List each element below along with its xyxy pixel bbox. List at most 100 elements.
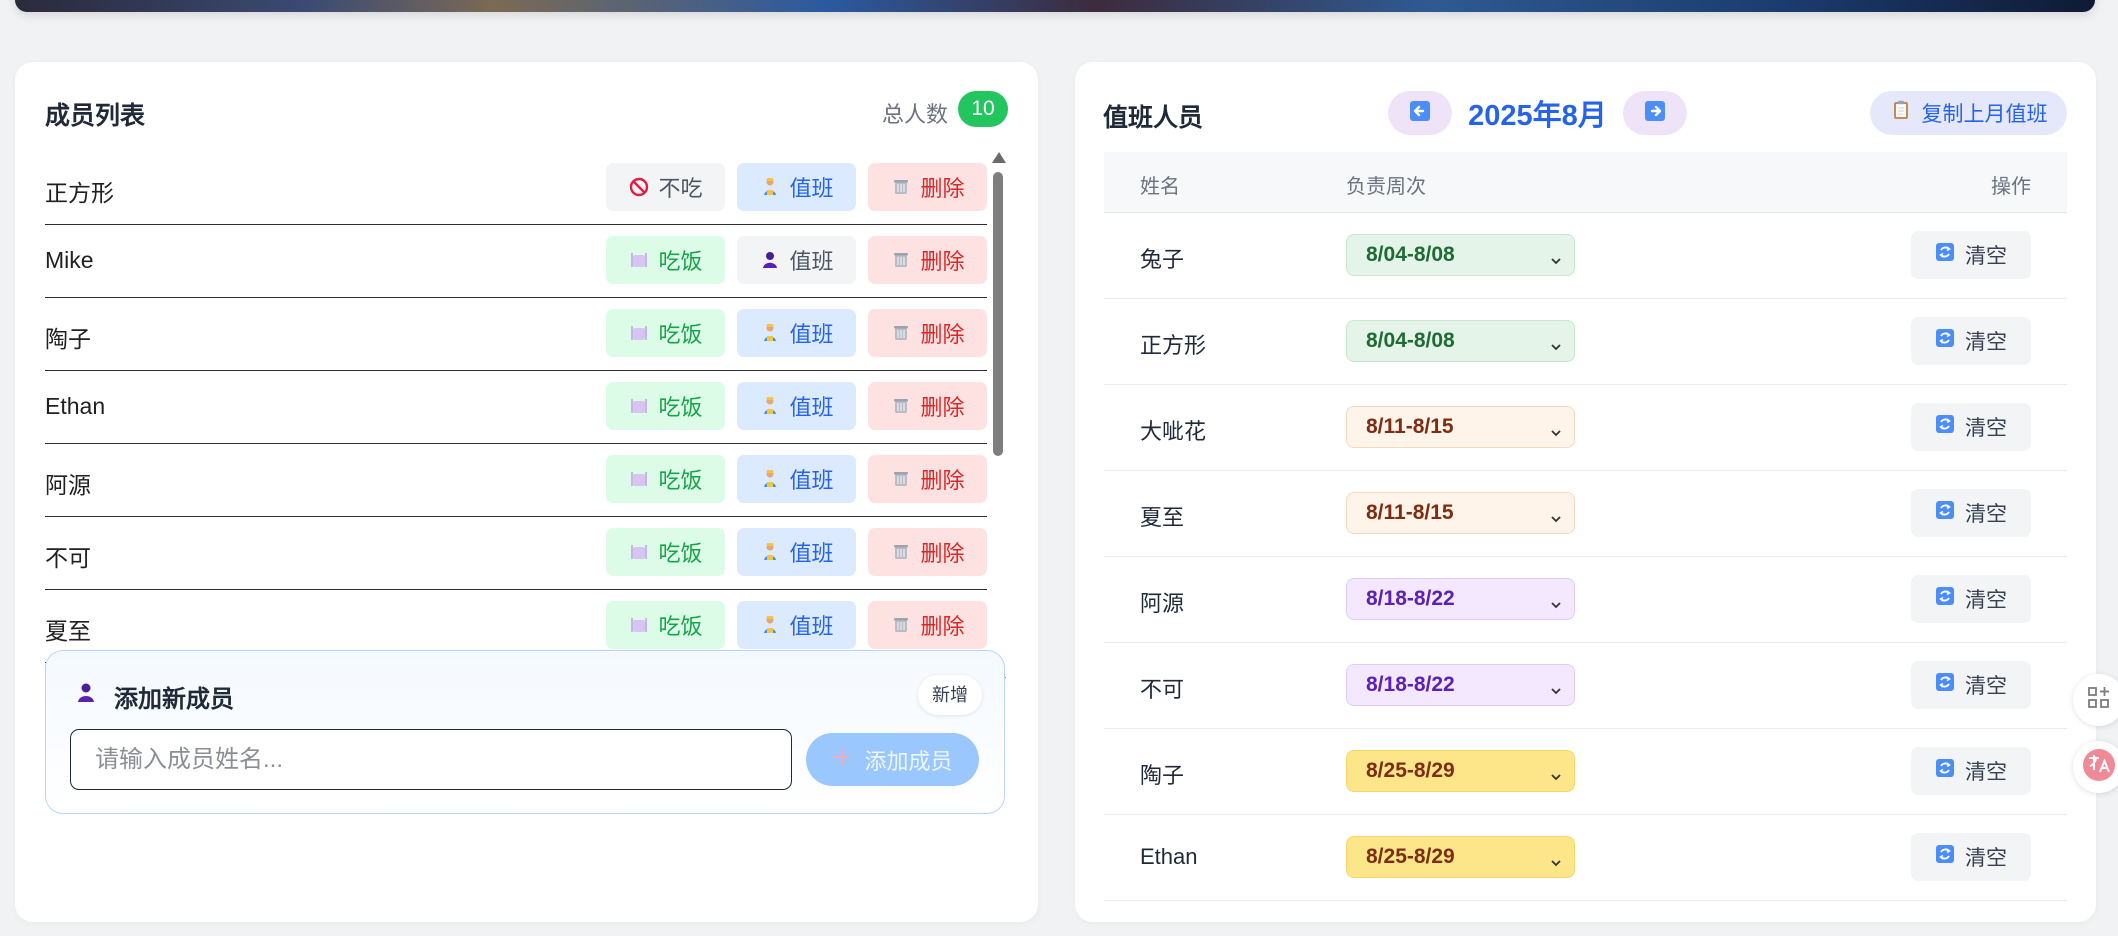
week-select[interactable]: 8/04-8/08 bbox=[1346, 234, 1575, 276]
copy-last-month-button[interactable]: 复制上月值班 bbox=[1870, 91, 2067, 135]
plate-icon bbox=[628, 468, 650, 490]
clear-button[interactable]: 清空 bbox=[1911, 403, 2031, 451]
add-member-card: 添加新成员 新增 添加成员 bbox=[45, 650, 1005, 814]
clear-button[interactable]: 清空 bbox=[1911, 317, 2031, 365]
delete-label: 删除 bbox=[920, 395, 965, 420]
delete-button[interactable]: 删除 bbox=[868, 382, 987, 430]
duty-button[interactable]: 值班 bbox=[737, 236, 856, 284]
member-row: 不可 吃饭 值班 删除 bbox=[45, 517, 987, 590]
add-member-title: 添加新成员 bbox=[114, 686, 234, 713]
member-row: 陶子 吃饭 值班 删除 bbox=[45, 298, 987, 371]
eating-button[interactable]: 吃饭 bbox=[606, 236, 725, 284]
scroll-up-arrow[interactable] bbox=[992, 152, 1006, 163]
eat-status-label: 不吃 bbox=[658, 176, 703, 201]
eating-button[interactable]: 吃饭 bbox=[606, 601, 725, 649]
week-select-value: 8/11-8/15 bbox=[1366, 415, 1454, 438]
not-eating-button[interactable]: 不吃 bbox=[606, 163, 725, 211]
plate-icon bbox=[628, 541, 650, 563]
duty-person-name: Ethan bbox=[1140, 844, 1198, 869]
chevron-down-icon bbox=[1550, 765, 1562, 781]
week-select-value: 8/04-8/08 bbox=[1366, 329, 1455, 352]
week-select[interactable]: 8/18-8/22 bbox=[1346, 664, 1575, 706]
clear-button[interactable]: 清空 bbox=[1911, 833, 2031, 881]
column-header-actions: 操作 bbox=[1991, 176, 2031, 198]
delete-label: 删除 bbox=[920, 322, 965, 347]
worker-icon bbox=[759, 395, 781, 417]
week-select-value: 8/25-8/29 bbox=[1366, 759, 1455, 782]
eating-button[interactable]: 吃饭 bbox=[606, 528, 725, 576]
clear-button-label: 清空 bbox=[1965, 417, 2007, 440]
duty-label: 值班 bbox=[789, 614, 834, 639]
clear-button-label: 清空 bbox=[1965, 761, 2007, 784]
clear-button[interactable]: 清空 bbox=[1911, 575, 2031, 623]
refresh-icon bbox=[1935, 844, 1955, 870]
duty-button[interactable]: 值班 bbox=[737, 382, 856, 430]
clear-button[interactable]: 清空 bbox=[1911, 231, 2031, 279]
month-navigation: 2025年8月 bbox=[1388, 91, 1687, 135]
duty-schedule-panel: 值班人员 2025年8月 复制上月值班 姓名 负责周次 操作 兔子 8/04-8… bbox=[1075, 62, 2096, 922]
duty-panel-title: 值班人员 bbox=[1103, 104, 1204, 132]
chevron-down-icon bbox=[1550, 335, 1562, 351]
member-list[interactable]: 正方形 不吃 值班 删除 Mike 吃饭 值班 删除 陶子 吃饭 值班 删除 E… bbox=[45, 152, 987, 688]
duty-button[interactable]: 值班 bbox=[737, 528, 856, 576]
week-select[interactable]: 8/11-8/15 bbox=[1346, 492, 1575, 534]
add-member-button[interactable]: 添加成员 bbox=[806, 733, 979, 786]
next-month-button[interactable] bbox=[1623, 91, 1687, 135]
eat-status-label: 吃饭 bbox=[658, 249, 703, 274]
clear-button[interactable]: 清空 bbox=[1911, 747, 2031, 795]
member-name-input[interactable] bbox=[70, 729, 792, 790]
eating-button[interactable]: 吃饭 bbox=[606, 309, 725, 357]
delete-button[interactable]: 删除 bbox=[868, 236, 987, 284]
apps-widget-button[interactable] bbox=[2073, 674, 2118, 726]
delete-button[interactable]: 删除 bbox=[868, 528, 987, 576]
duty-button[interactable]: 值班 bbox=[737, 601, 856, 649]
trash-icon bbox=[890, 468, 912, 490]
week-select[interactable]: 8/18-8/22 bbox=[1346, 578, 1575, 620]
translate-widget-button[interactable] bbox=[2073, 741, 2118, 793]
week-select[interactable]: 8/11-8/15 bbox=[1346, 406, 1575, 448]
previous-month-button[interactable] bbox=[1388, 91, 1452, 135]
member-list-panel: 成员列表 总人数 10 正方形 不吃 值班 删除 Mike 吃饭 值班 删除 陶… bbox=[15, 62, 1038, 922]
eating-button[interactable]: 吃饭 bbox=[606, 455, 725, 503]
week-select[interactable]: 8/25-8/29 bbox=[1346, 750, 1575, 792]
duty-person-name: 大呲花 bbox=[1140, 419, 1207, 444]
table-row: 正方形 8/04-8/08 清空 bbox=[1104, 299, 2067, 385]
member-name: 阿源 bbox=[45, 472, 91, 498]
member-row: 正方形 不吃 值班 删除 bbox=[45, 152, 987, 225]
apps-icon bbox=[2086, 685, 2112, 716]
plate-icon bbox=[628, 249, 650, 271]
duty-button[interactable]: 值班 bbox=[737, 163, 856, 211]
member-name: 正方形 bbox=[45, 180, 114, 206]
table-row: 大呲花 8/11-8/15 清空 bbox=[1104, 385, 2067, 471]
clear-button[interactable]: 清空 bbox=[1911, 489, 2031, 537]
duty-button[interactable]: 值班 bbox=[737, 455, 856, 503]
duty-person-name: 兔子 bbox=[1140, 247, 1185, 272]
delete-button[interactable]: 删除 bbox=[868, 163, 987, 211]
week-select[interactable]: 8/04-8/08 bbox=[1346, 320, 1575, 362]
plate-icon bbox=[628, 614, 650, 636]
week-select-value: 8/25-8/29 bbox=[1366, 845, 1455, 868]
chevron-down-icon bbox=[1550, 507, 1562, 523]
duty-button[interactable]: 值班 bbox=[737, 309, 856, 357]
member-list-scrollbar[interactable] bbox=[990, 152, 1006, 688]
translate-icon bbox=[2082, 748, 2116, 787]
delete-button[interactable]: 删除 bbox=[868, 309, 987, 357]
duty-person-name: 不可 bbox=[1140, 677, 1185, 702]
clear-button[interactable]: 清空 bbox=[1911, 661, 2031, 709]
member-name: 夏至 bbox=[45, 618, 91, 644]
table-row: 陶子 8/25-8/29 清空 bbox=[1104, 729, 2067, 815]
scroll-thumb[interactable] bbox=[993, 172, 1003, 456]
eating-button[interactable]: 吃饭 bbox=[606, 382, 725, 430]
duty-person-name: 夏至 bbox=[1140, 505, 1185, 530]
left-arrow-icon bbox=[1409, 100, 1431, 127]
member-actions: 吃饭 值班 删除 bbox=[606, 455, 987, 503]
delete-button[interactable]: 删除 bbox=[868, 601, 987, 649]
plus-icon bbox=[832, 747, 852, 773]
delete-button[interactable]: 删除 bbox=[868, 455, 987, 503]
week-select-value: 8/18-8/22 bbox=[1366, 587, 1455, 610]
trash-icon bbox=[890, 395, 912, 417]
week-select[interactable]: 8/25-8/29 bbox=[1346, 836, 1575, 878]
total-members-label: 总人数 bbox=[881, 102, 948, 127]
column-header-week: 负责周次 bbox=[1346, 176, 1426, 198]
trash-icon bbox=[890, 249, 912, 271]
